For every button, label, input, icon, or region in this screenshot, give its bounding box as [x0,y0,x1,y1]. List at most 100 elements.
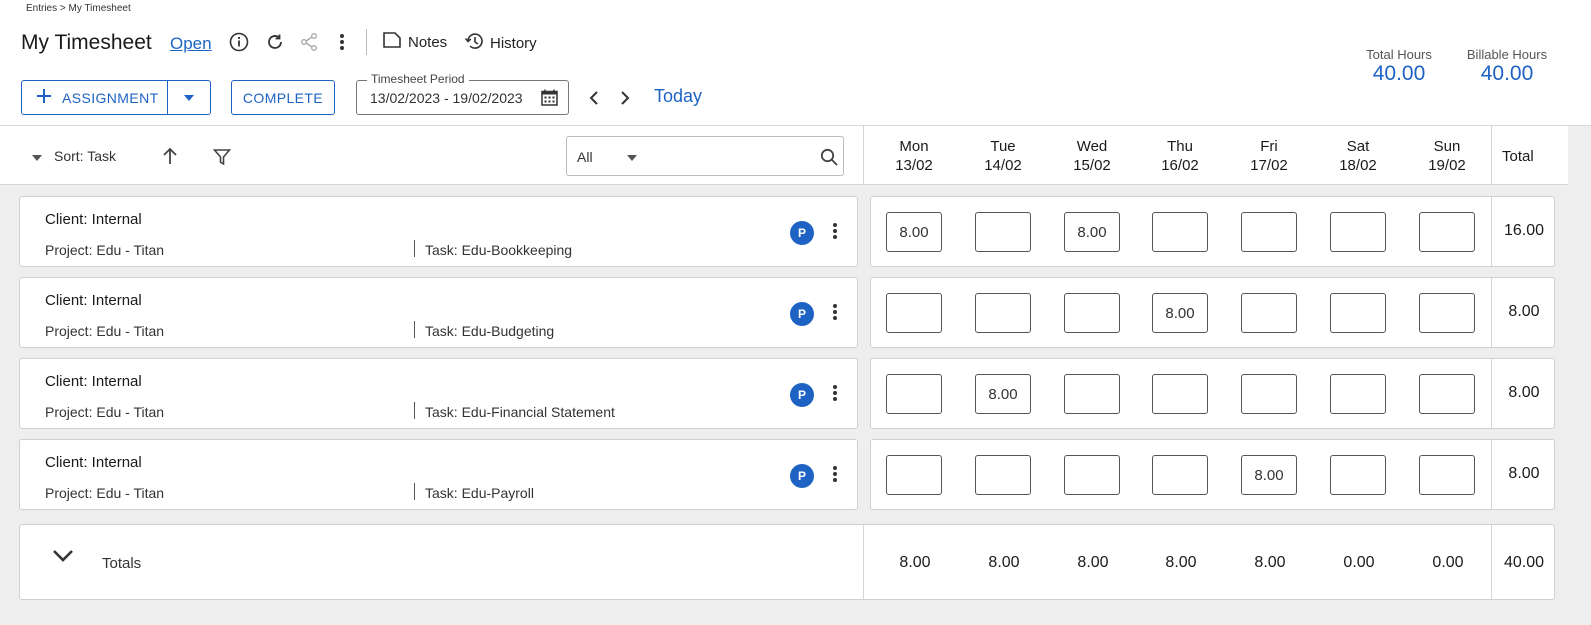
task-row-hours: 8.00 8.00 [870,358,1555,429]
filter-select[interactable]: All [577,148,637,166]
day-column-header: Mon 13/02 [879,137,949,175]
notes-label: Notes [408,33,448,51]
total-column-header: Total [1502,148,1534,165]
day-date: 17/02 [1250,157,1288,174]
day-column-header: Tue 14/02 [968,137,1038,175]
project-badge[interactable]: P [790,302,814,326]
hours-input-cell[interactable] [1152,374,1208,414]
hours-input-cell[interactable] [975,293,1031,333]
hours-input-cell[interactable] [1152,455,1208,495]
row-more-options-icon[interactable] [832,221,838,246]
hours-input-cell[interactable]: 8.00 [1152,293,1208,333]
timesheet-period-label: Timesheet Period [367,72,469,86]
total-hours-value: 40.00 [1372,62,1426,85]
project-badge[interactable]: P [790,383,814,407]
share-icon[interactable] [298,31,320,53]
total-hours-label: Total Hours [1366,47,1432,62]
today-button[interactable]: Today [654,86,702,107]
client-label: Client: Internal [45,211,142,228]
status-link[interactable]: Open [170,34,212,54]
row-total-value: 8.00 [1508,465,1540,482]
next-period-icon[interactable] [616,88,634,108]
more-options-icon[interactable] [334,31,350,53]
hours-input-cell[interactable] [886,455,942,495]
day-date: 19/02 [1428,157,1466,174]
day-name: Tue [990,138,1016,155]
hours-input-cell[interactable] [1241,212,1297,252]
toolbar-divider [366,29,367,55]
project-label: Project: Edu - Titan [45,404,165,420]
notes-icon [382,31,402,53]
filter-icon[interactable] [212,146,232,168]
add-assignment-button[interactable]: ASSIGNMENT [22,81,168,114]
task-divider [414,483,415,500]
hours-input-cell[interactable] [1419,455,1475,495]
hours-input-cell[interactable] [1241,374,1297,414]
history-button[interactable]: History [464,31,537,55]
hours-input-cell[interactable] [1419,374,1475,414]
calendar-icon[interactable] [541,89,558,111]
hours-input-cell[interactable] [1064,293,1120,333]
day-total-value: 8.00 [1077,554,1109,571]
hours-input-cell[interactable]: 8.00 [1064,212,1120,252]
refresh-icon[interactable] [264,31,286,53]
hours-input-cell[interactable]: 8.00 [975,374,1031,414]
info-icon[interactable] [228,31,250,53]
header-divider [1491,126,1492,184]
hours-input-cell[interactable] [975,455,1031,495]
day-total-value: 8.00 [988,554,1020,571]
hours-input-cell[interactable] [975,212,1031,252]
day-date: 14/02 [984,157,1022,174]
task-label: Task: Edu-Payroll [425,485,534,501]
collapse-chevron-icon[interactable] [52,549,74,568]
hours-input-cell[interactable] [1419,212,1475,252]
plus-icon [36,88,52,107]
hours-input-cell[interactable] [886,374,942,414]
sort-dropdown[interactable]: Sort: Task [32,148,116,164]
billable-hours-stat: Billable Hours 40.00 [1458,47,1556,86]
complete-button[interactable]: COMPLETE [231,80,335,115]
row-total-value: 8.00 [1508,303,1540,320]
breadcrumb: Entries > My Timesheet [26,3,131,14]
hours-input-cell[interactable] [1064,455,1120,495]
row-more-options-icon[interactable] [832,383,838,408]
hours-input-cell[interactable]: 8.00 [1241,455,1297,495]
caret-down-icon [32,148,42,164]
task-divider [414,402,415,419]
hours-input-cell[interactable] [1064,374,1120,414]
assignment-dropdown-button[interactable] [168,81,210,114]
history-label: History [490,34,537,52]
day-column-header: Sat 18/02 [1323,137,1393,175]
day-name: Mon [899,138,929,155]
timesheet-period-field[interactable]: Timesheet Period 13/02/2023 - 19/02/2023 [356,72,569,115]
hours-input-cell[interactable] [1241,293,1297,333]
task-label: Task: Edu-Financial Statement [425,404,615,420]
sort-direction-up-icon[interactable] [160,145,180,167]
day-total-value: 0.00 [1432,554,1464,571]
row-more-options-icon[interactable] [832,464,838,489]
day-column-header: Fri 17/02 [1234,137,1304,175]
billable-hours-value: 40.00 [1480,62,1534,85]
row-more-options-icon[interactable] [832,302,838,327]
caret-down-icon [183,89,195,107]
filter-value: All [577,149,593,165]
hours-input-cell[interactable] [1152,212,1208,252]
hours-input-cell[interactable] [1419,293,1475,333]
hours-input-cell[interactable] [1330,212,1386,252]
totals-divider [863,525,864,599]
hours-input-cell[interactable] [1330,455,1386,495]
task-row-hours: 8.00 8.00 16.00 [870,196,1555,267]
task-row-hours: 8.00 8.00 [870,439,1555,510]
hours-input-cell[interactable]: 8.00 [886,212,942,252]
project-badge[interactable]: P [790,464,814,488]
row-total-value: 16.00 [1503,222,1545,239]
hours-input-cell[interactable] [1330,293,1386,333]
task-divider [414,321,415,338]
day-date: 13/02 [895,157,933,174]
project-badge[interactable]: P [790,221,814,245]
previous-period-icon[interactable] [585,88,603,108]
hours-input-cell[interactable] [1330,374,1386,414]
hours-input-cell[interactable] [886,293,942,333]
notes-button[interactable]: Notes [382,31,447,53]
search-icon[interactable] [819,147,839,167]
